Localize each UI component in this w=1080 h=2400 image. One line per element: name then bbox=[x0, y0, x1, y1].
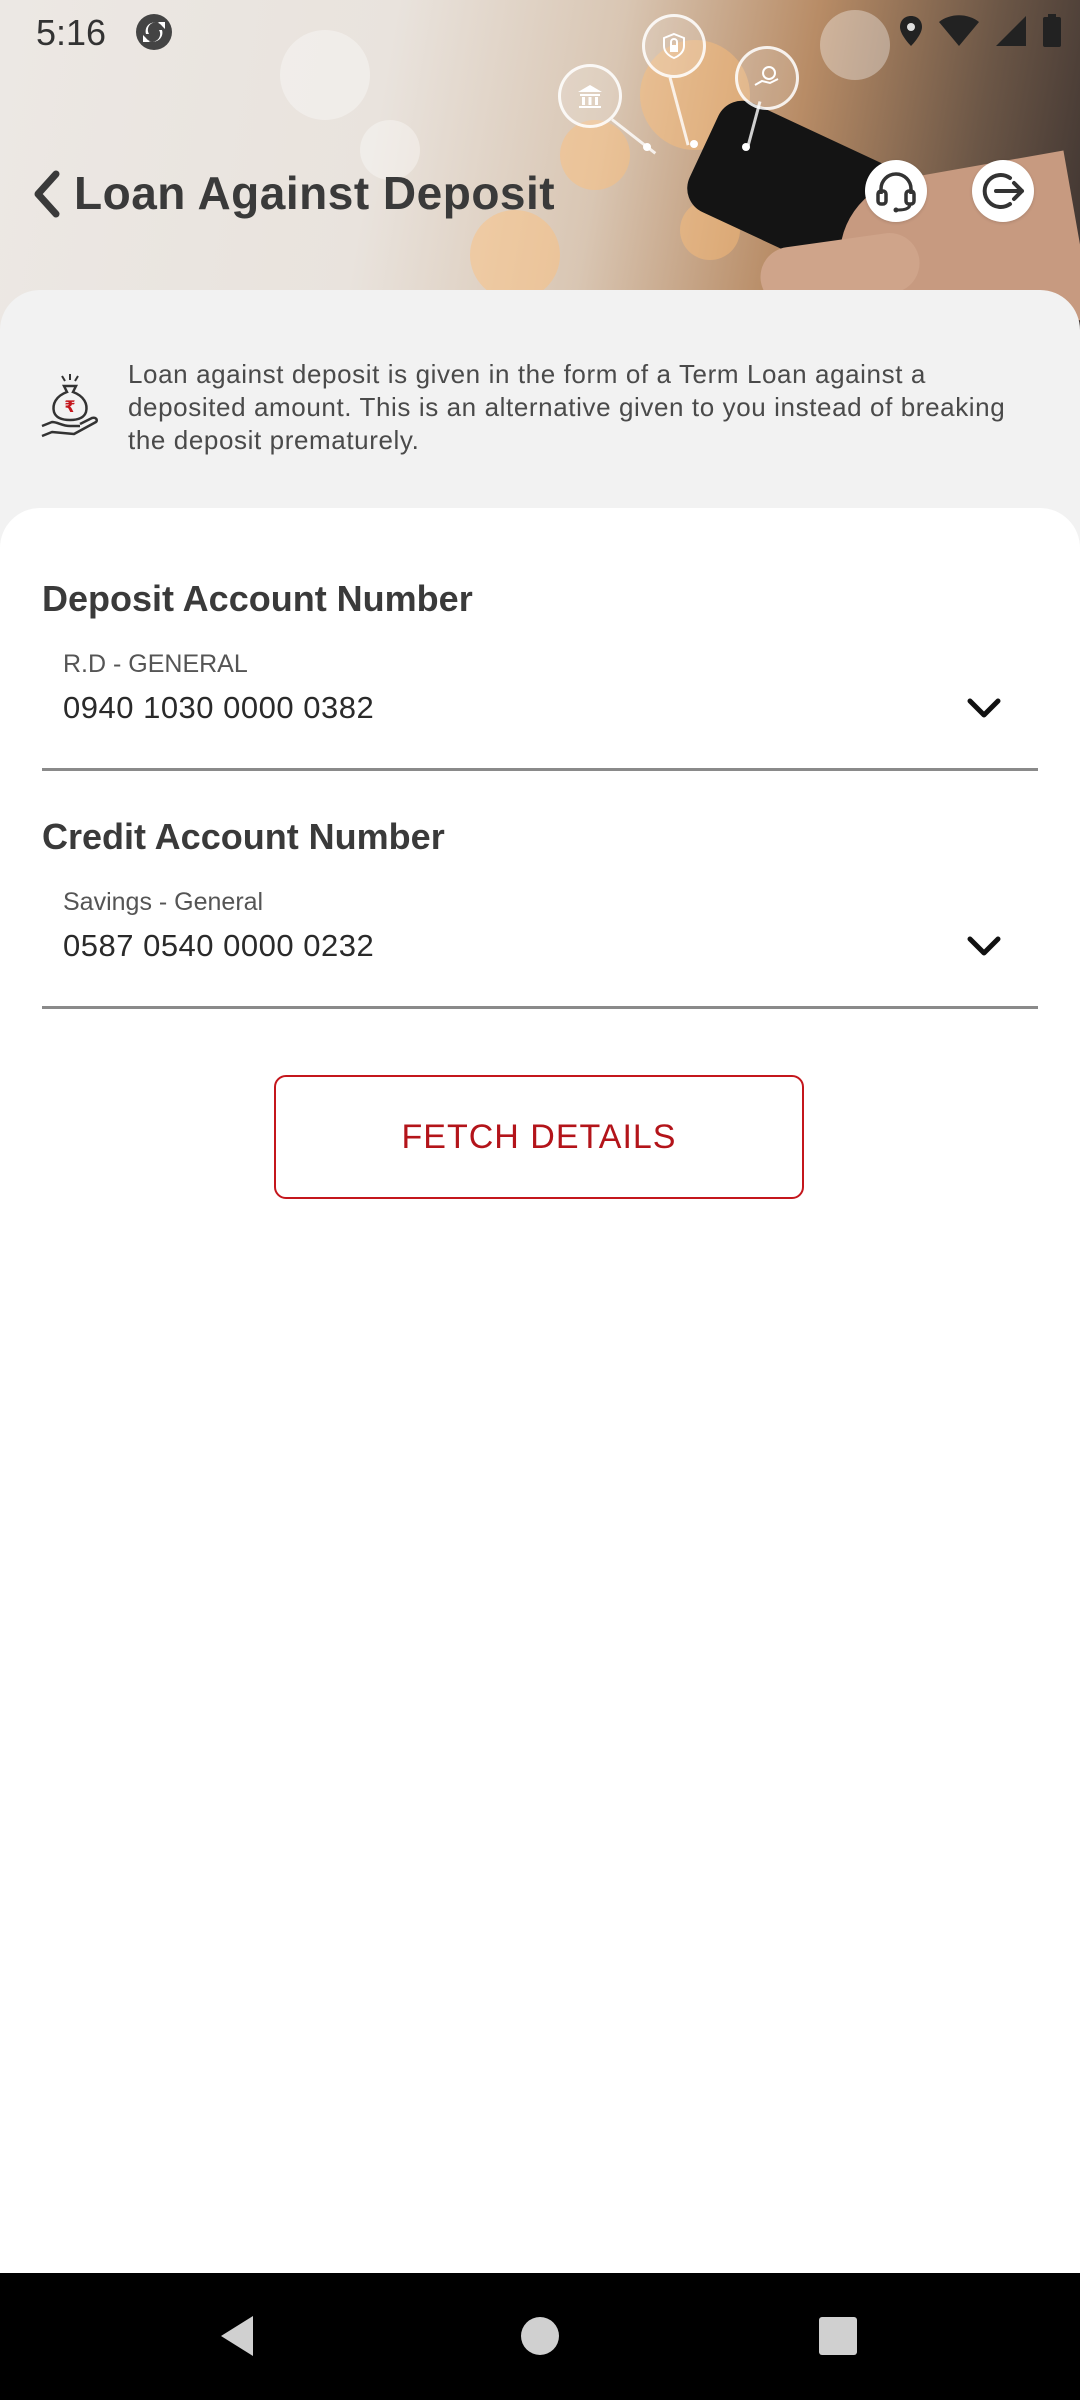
deposit-account-dropdown[interactable]: R.D - GENERAL 0940 1030 0000 0382 bbox=[42, 650, 1038, 771]
support-button[interactable] bbox=[865, 160, 927, 222]
credit-account-number: 0587 0540 0000 0232 bbox=[63, 928, 375, 963]
status-bar: 5:16 bbox=[0, 0, 1080, 64]
back-chevron-icon[interactable] bbox=[26, 164, 70, 224]
deposit-account-type: R.D - GENERAL bbox=[63, 650, 248, 678]
header-banner: 5:16 Loan Against Deposit bbox=[0, 0, 1080, 340]
title-bar: Loan Against Deposit bbox=[0, 150, 1080, 240]
svg-text:₹: ₹ bbox=[64, 397, 75, 416]
credit-account-type: Savings - General bbox=[63, 888, 264, 916]
home-circle-icon[interactable] bbox=[515, 2311, 565, 2361]
location-icon bbox=[900, 16, 922, 46]
wifi-icon bbox=[939, 15, 979, 46]
back-triangle-icon[interactable] bbox=[213, 2311, 263, 2361]
recents-square-icon[interactable] bbox=[813, 2311, 863, 2361]
money-bag-hand-icon: ₹ bbox=[41, 374, 99, 438]
battery-icon bbox=[1043, 14, 1061, 47]
logout-icon bbox=[982, 173, 1024, 209]
credit-account-dropdown[interactable]: Savings - General 0587 0540 0000 0232 bbox=[42, 888, 1038, 1009]
sync-icon bbox=[136, 14, 172, 50]
signal-icon bbox=[996, 16, 1026, 46]
form-card: Deposit Account Number R.D - GENERAL 094… bbox=[0, 508, 1080, 2273]
fetch-details-button[interactable]: FETCH DETAILS bbox=[274, 1075, 804, 1199]
chevron-down-icon bbox=[967, 698, 1001, 718]
info-description: Loan against deposit is given in the for… bbox=[128, 359, 1006, 455]
system-nav-bar bbox=[0, 2273, 1080, 2400]
credit-account-label: Credit Account Number bbox=[42, 816, 445, 857]
chevron-down-icon bbox=[967, 936, 1001, 956]
deposit-account-number: 0940 1030 0000 0382 bbox=[63, 690, 375, 725]
headset-support-icon bbox=[876, 172, 916, 213]
deposit-account-label: Deposit Account Number bbox=[42, 578, 473, 619]
page-title: Loan Against Deposit bbox=[74, 167, 556, 219]
bank-icon bbox=[558, 64, 622, 128]
status-time: 5:16 bbox=[36, 12, 107, 53]
logout-button[interactable] bbox=[972, 160, 1034, 222]
